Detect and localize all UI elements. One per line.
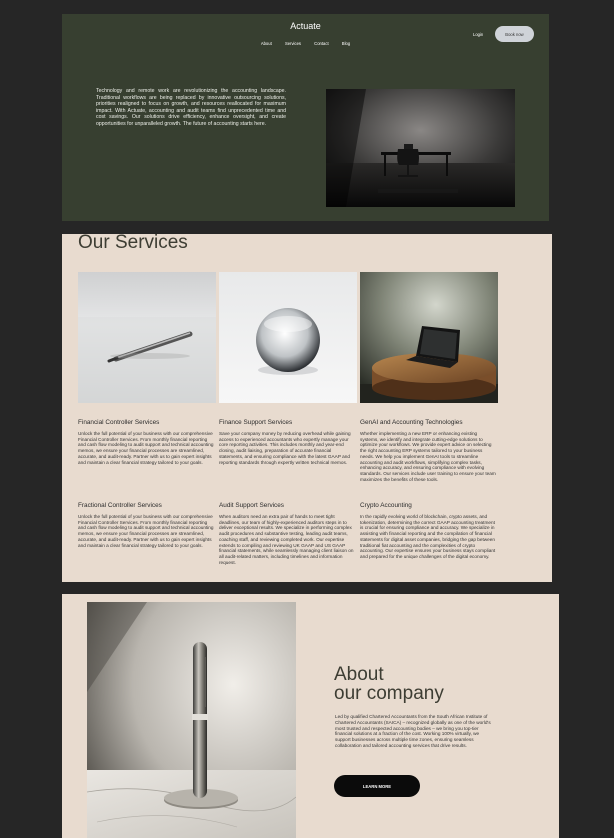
about-title: About our company [334, 665, 444, 703]
glass-sphere-image [219, 272, 357, 403]
nav-contact[interactable]: Contact [314, 41, 328, 46]
service-title[interactable]: Crypto Accounting [360, 502, 496, 509]
laptop-on-wood-image [360, 272, 498, 403]
service-card: Audit Support Services When auditors nee… [219, 502, 355, 565]
service-title[interactable]: Finance Support Services [219, 419, 355, 426]
service-description: Save your company money by reducing over… [219, 431, 351, 465]
service-title[interactable]: Financial Controller Services [78, 419, 214, 426]
about-title-line1: About [334, 664, 384, 685]
nav-services[interactable]: Services [285, 41, 301, 46]
services-title: Our Services [78, 232, 188, 253]
service-description: In the rapidly evolving world of blockch… [360, 514, 496, 559]
learn-more-button[interactable]: LEARN MORE [334, 775, 420, 797]
pen-image [78, 272, 216, 403]
brand-logo[interactable]: Actuate [62, 21, 549, 31]
services-section: Our Services Financial Controller Servic… [62, 232, 552, 582]
nav-about[interactable]: About [261, 41, 272, 46]
book-now-button[interactable]: Book now [495, 26, 534, 42]
hero-intro-text: Technology and remote work are revolutio… [96, 88, 286, 127]
about-section: About our company Led by qualified Chart… [62, 594, 559, 838]
service-title[interactable]: Audit Support Services [219, 502, 355, 509]
service-title[interactable]: GenAI and Accounting Technologies [360, 419, 496, 426]
service-card: Financial Controller Services Unlock the… [78, 419, 214, 465]
service-description: Unlock the full potential of your busine… [78, 431, 214, 465]
hero-office-desk-image [326, 89, 515, 207]
service-card: Fractional Controller Services Unlock th… [78, 502, 214, 548]
about-description: Led by qualified Chartered Accountants f… [335, 714, 491, 748]
login-link[interactable]: Login [473, 32, 483, 37]
nav-blog[interactable]: Blog [342, 41, 350, 46]
service-description: Unlock the full potential of your busine… [78, 514, 214, 548]
service-description: When auditors need an extra pair of hand… [219, 514, 354, 565]
hero-section: Actuate About Services Contact Blog Logi… [62, 14, 549, 221]
service-card: Crypto Accounting In the rapidly evolvin… [360, 502, 496, 560]
service-card: GenAI and Accounting Technologies Whethe… [360, 419, 496, 482]
about-title-line2: our company [334, 683, 444, 704]
service-card: Finance Support Services Save your compa… [219, 419, 355, 465]
pen-on-marble-image [87, 602, 296, 838]
service-title[interactable]: Fractional Controller Services [78, 502, 214, 509]
main-nav: About Services Contact Blog [62, 41, 549, 46]
service-description: Whether implementing a new ERP or enhanc… [360, 431, 496, 482]
